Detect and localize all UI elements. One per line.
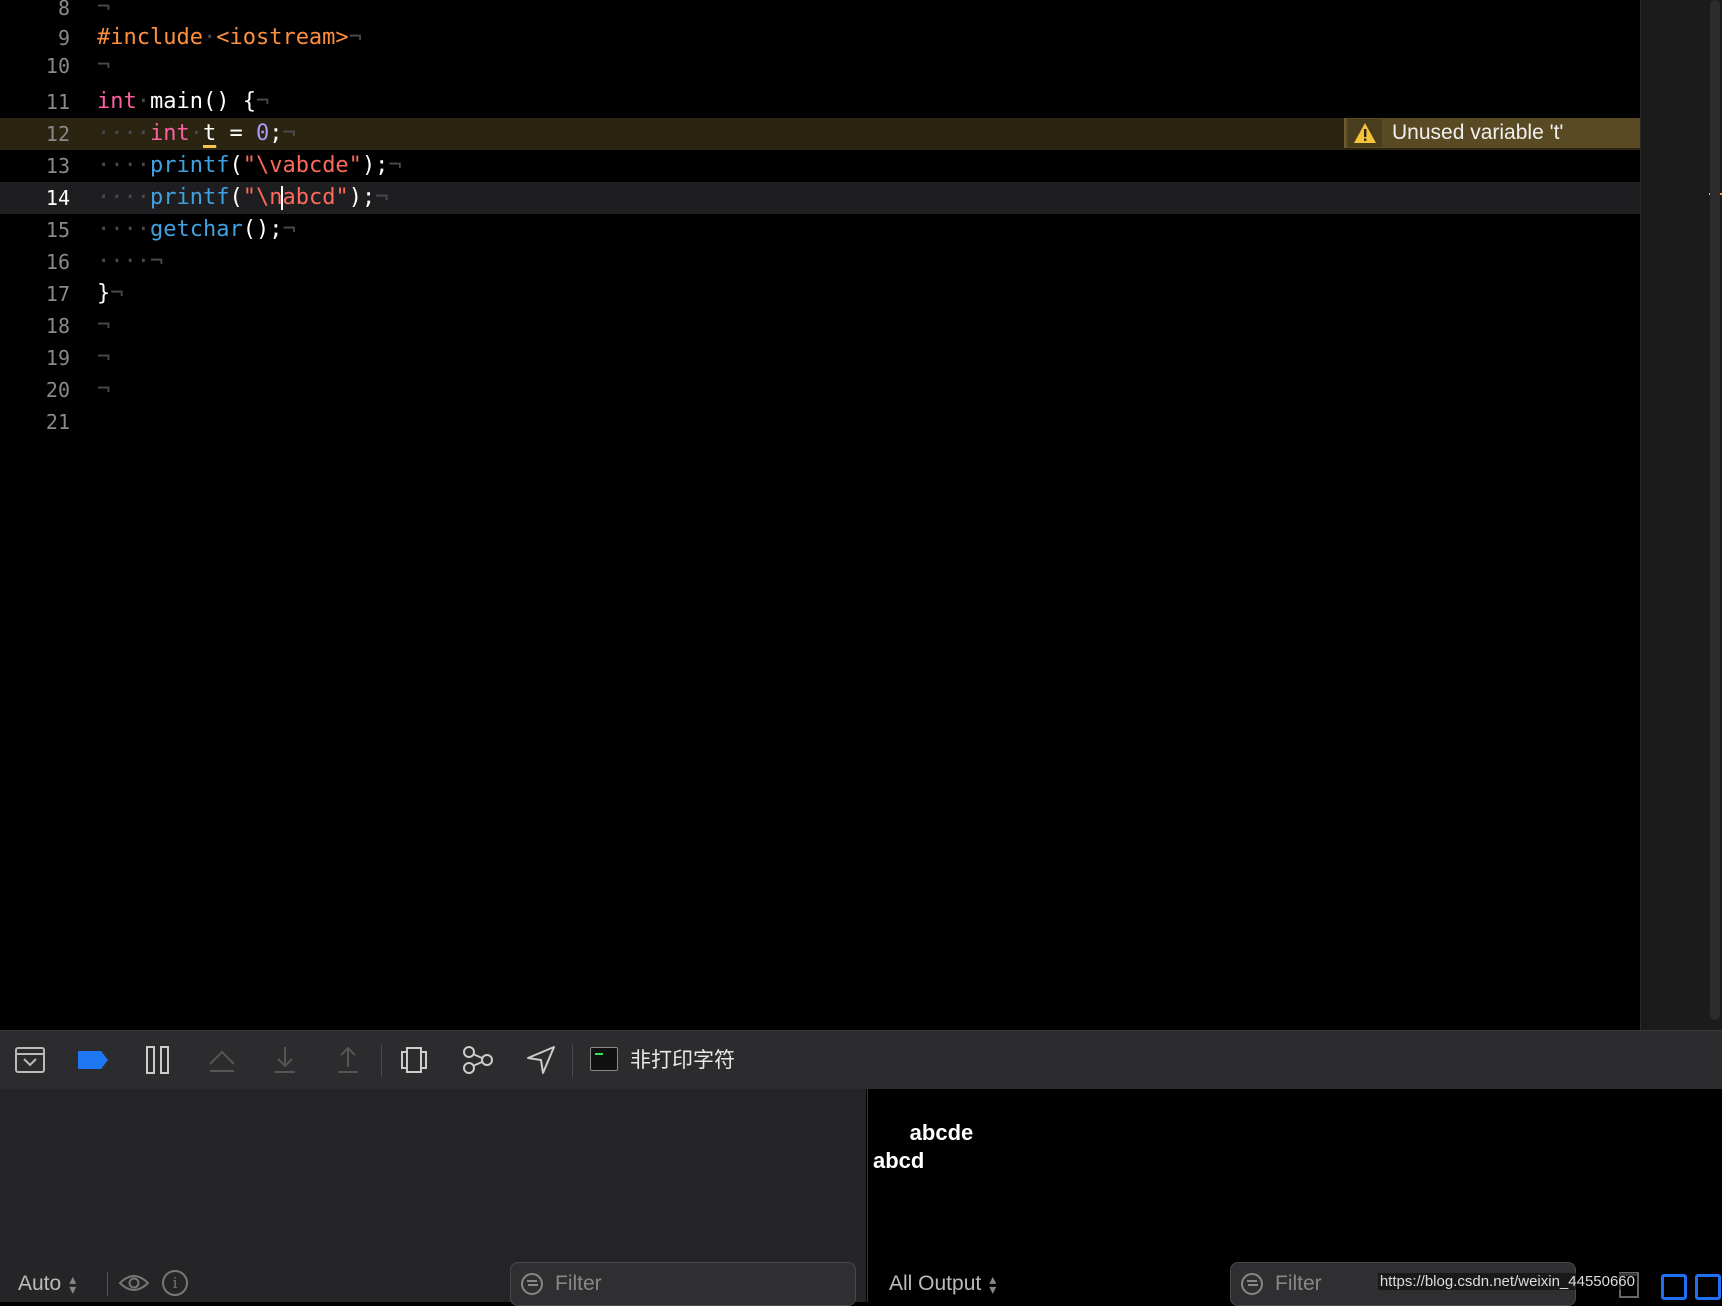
code-text: ····printf("\vabcde");¬ [97, 153, 402, 178]
line-number: 12 [45, 122, 70, 146]
console-footer: All Output▴▾ https://blog.csdn.net/weixi… [868, 1262, 1722, 1306]
code-line-warning[interactable]: 12 ····int·t = 0;¬ Unused variable 't' [0, 118, 1642, 150]
line-number: 19 [45, 346, 70, 370]
code-line[interactable]: 18 ¬ [0, 310, 1640, 342]
code-text: ¬ [97, 313, 111, 338]
output-line: abcde [873, 1120, 974, 1145]
variables-filter-field[interactable] [510, 1262, 856, 1306]
code-text: ····¬ [97, 249, 164, 274]
code-line[interactable]: 20 ¬ [0, 374, 1640, 406]
code-text: ¬ [97, 0, 111, 20]
step-out-icon[interactable] [331, 1043, 365, 1077]
breakpoints-icon[interactable] [76, 1043, 110, 1077]
console-output: abcde abcd [873, 1119, 973, 1175]
filter-icon [1241, 1273, 1263, 1295]
show-variables-view-icon[interactable] [1661, 1274, 1687, 1300]
footer-separator [107, 1272, 108, 1296]
console-output-popup[interactable]: All Output ▴ ▾ [889, 1272, 996, 1296]
line-number: 13 [45, 154, 70, 178]
code-text: ····int·t = 0;¬ [97, 121, 296, 146]
line-number: 15 [45, 218, 70, 242]
unused-variable: t [202, 121, 217, 146]
show-console-view-icon[interactable] [1695, 1274, 1721, 1300]
chevron-updown-icon: ▴ ▾ [989, 1271, 997, 1298]
code-text: ¬ [97, 53, 111, 78]
code-text: ¬ [97, 345, 111, 370]
step-over-icon[interactable] [205, 1043, 239, 1077]
code-line[interactable]: 16 ····¬ [0, 246, 1640, 278]
source-editor[interactable]: 8 ¬ 9 #include·<iostream>¬ 10 ¬ 11 int·m… [0, 0, 1722, 1030]
eye-icon[interactable] [118, 1270, 150, 1296]
line-number: 8 [57, 0, 70, 20]
console-view[interactable]: abcde abcd All Output▴▾ https://blog.csd… [867, 1089, 1722, 1306]
code-line[interactable]: 17 }¬ [0, 278, 1640, 310]
code-line[interactable]: 21 [0, 406, 1640, 438]
code-line[interactable]: 10 ¬ [0, 50, 1640, 82]
line-number: 16 [45, 250, 70, 274]
line-number: 21 [45, 410, 70, 434]
view-hierarchy-icon[interactable] [397, 1043, 431, 1077]
variables-scope-popup[interactable]: Auto ▴ ▾ [18, 1272, 76, 1296]
code-line[interactable]: 15 ····getchar();¬ [0, 214, 1640, 246]
warning-triangle-icon [1348, 119, 1382, 147]
target-name: 非打印字符 [630, 1048, 735, 1072]
pause-icon[interactable] [141, 1043, 175, 1077]
terminal-icon [590, 1047, 618, 1071]
variables-footer: Auto ▴ ▾ i [0, 1262, 866, 1306]
line-number: 20 [45, 378, 70, 402]
memory-graph-icon[interactable] [460, 1043, 494, 1077]
line-number: 10 [45, 54, 70, 78]
code-line[interactable]: 19 ¬ [0, 342, 1640, 374]
code-line[interactable]: 13 ····printf("\vabcde");¬ [0, 150, 1640, 182]
warning-annotation[interactable]: Unused variable 't' [1344, 118, 1642, 148]
line-number: 18 [45, 314, 70, 338]
code-text: ····getchar();¬ [97, 217, 296, 242]
toolbar-separator [381, 1045, 382, 1077]
hide-debug-area-icon[interactable] [13, 1043, 47, 1077]
variables-view[interactable]: Auto ▴ ▾ i [0, 1089, 866, 1306]
toolbar-separator [572, 1045, 573, 1077]
code-text: }¬ [97, 281, 124, 306]
info-icon[interactable]: i [162, 1270, 188, 1296]
debug-toolbar: 非打印字符 [0, 1030, 1722, 1090]
output-line: abcd [873, 1148, 925, 1173]
filter-icon [521, 1273, 543, 1295]
line-number: 14 [45, 186, 70, 210]
warning-message: Unused variable 't' [1392, 121, 1564, 144]
process-target[interactable]: 非打印字符 [590, 1044, 735, 1074]
code-line-current[interactable]: 14 ····printf("\nabcd");¬ [0, 182, 1640, 214]
editor-scrollbar[interactable] [1710, 0, 1720, 1020]
code-line[interactable]: 11 int·main() {¬ [0, 86, 1640, 118]
code-text: ¬ [97, 377, 111, 402]
chevron-updown-icon: ▴ ▾ [69, 1271, 77, 1298]
line-number: 11 [45, 90, 70, 114]
code-text: int·main() {¬ [97, 89, 270, 114]
watermark-url: https://blog.csdn.net/weixin_44550660 [1377, 1273, 1637, 1290]
code-line[interactable]: 8 ¬ [0, 0, 1640, 24]
code-text: ····printf("\nabcd");¬ [97, 185, 389, 210]
line-number: 17 [45, 282, 70, 306]
variables-filter-input[interactable] [553, 1271, 777, 1297]
simulate-location-icon[interactable] [524, 1043, 558, 1077]
step-into-icon[interactable] [268, 1043, 302, 1077]
